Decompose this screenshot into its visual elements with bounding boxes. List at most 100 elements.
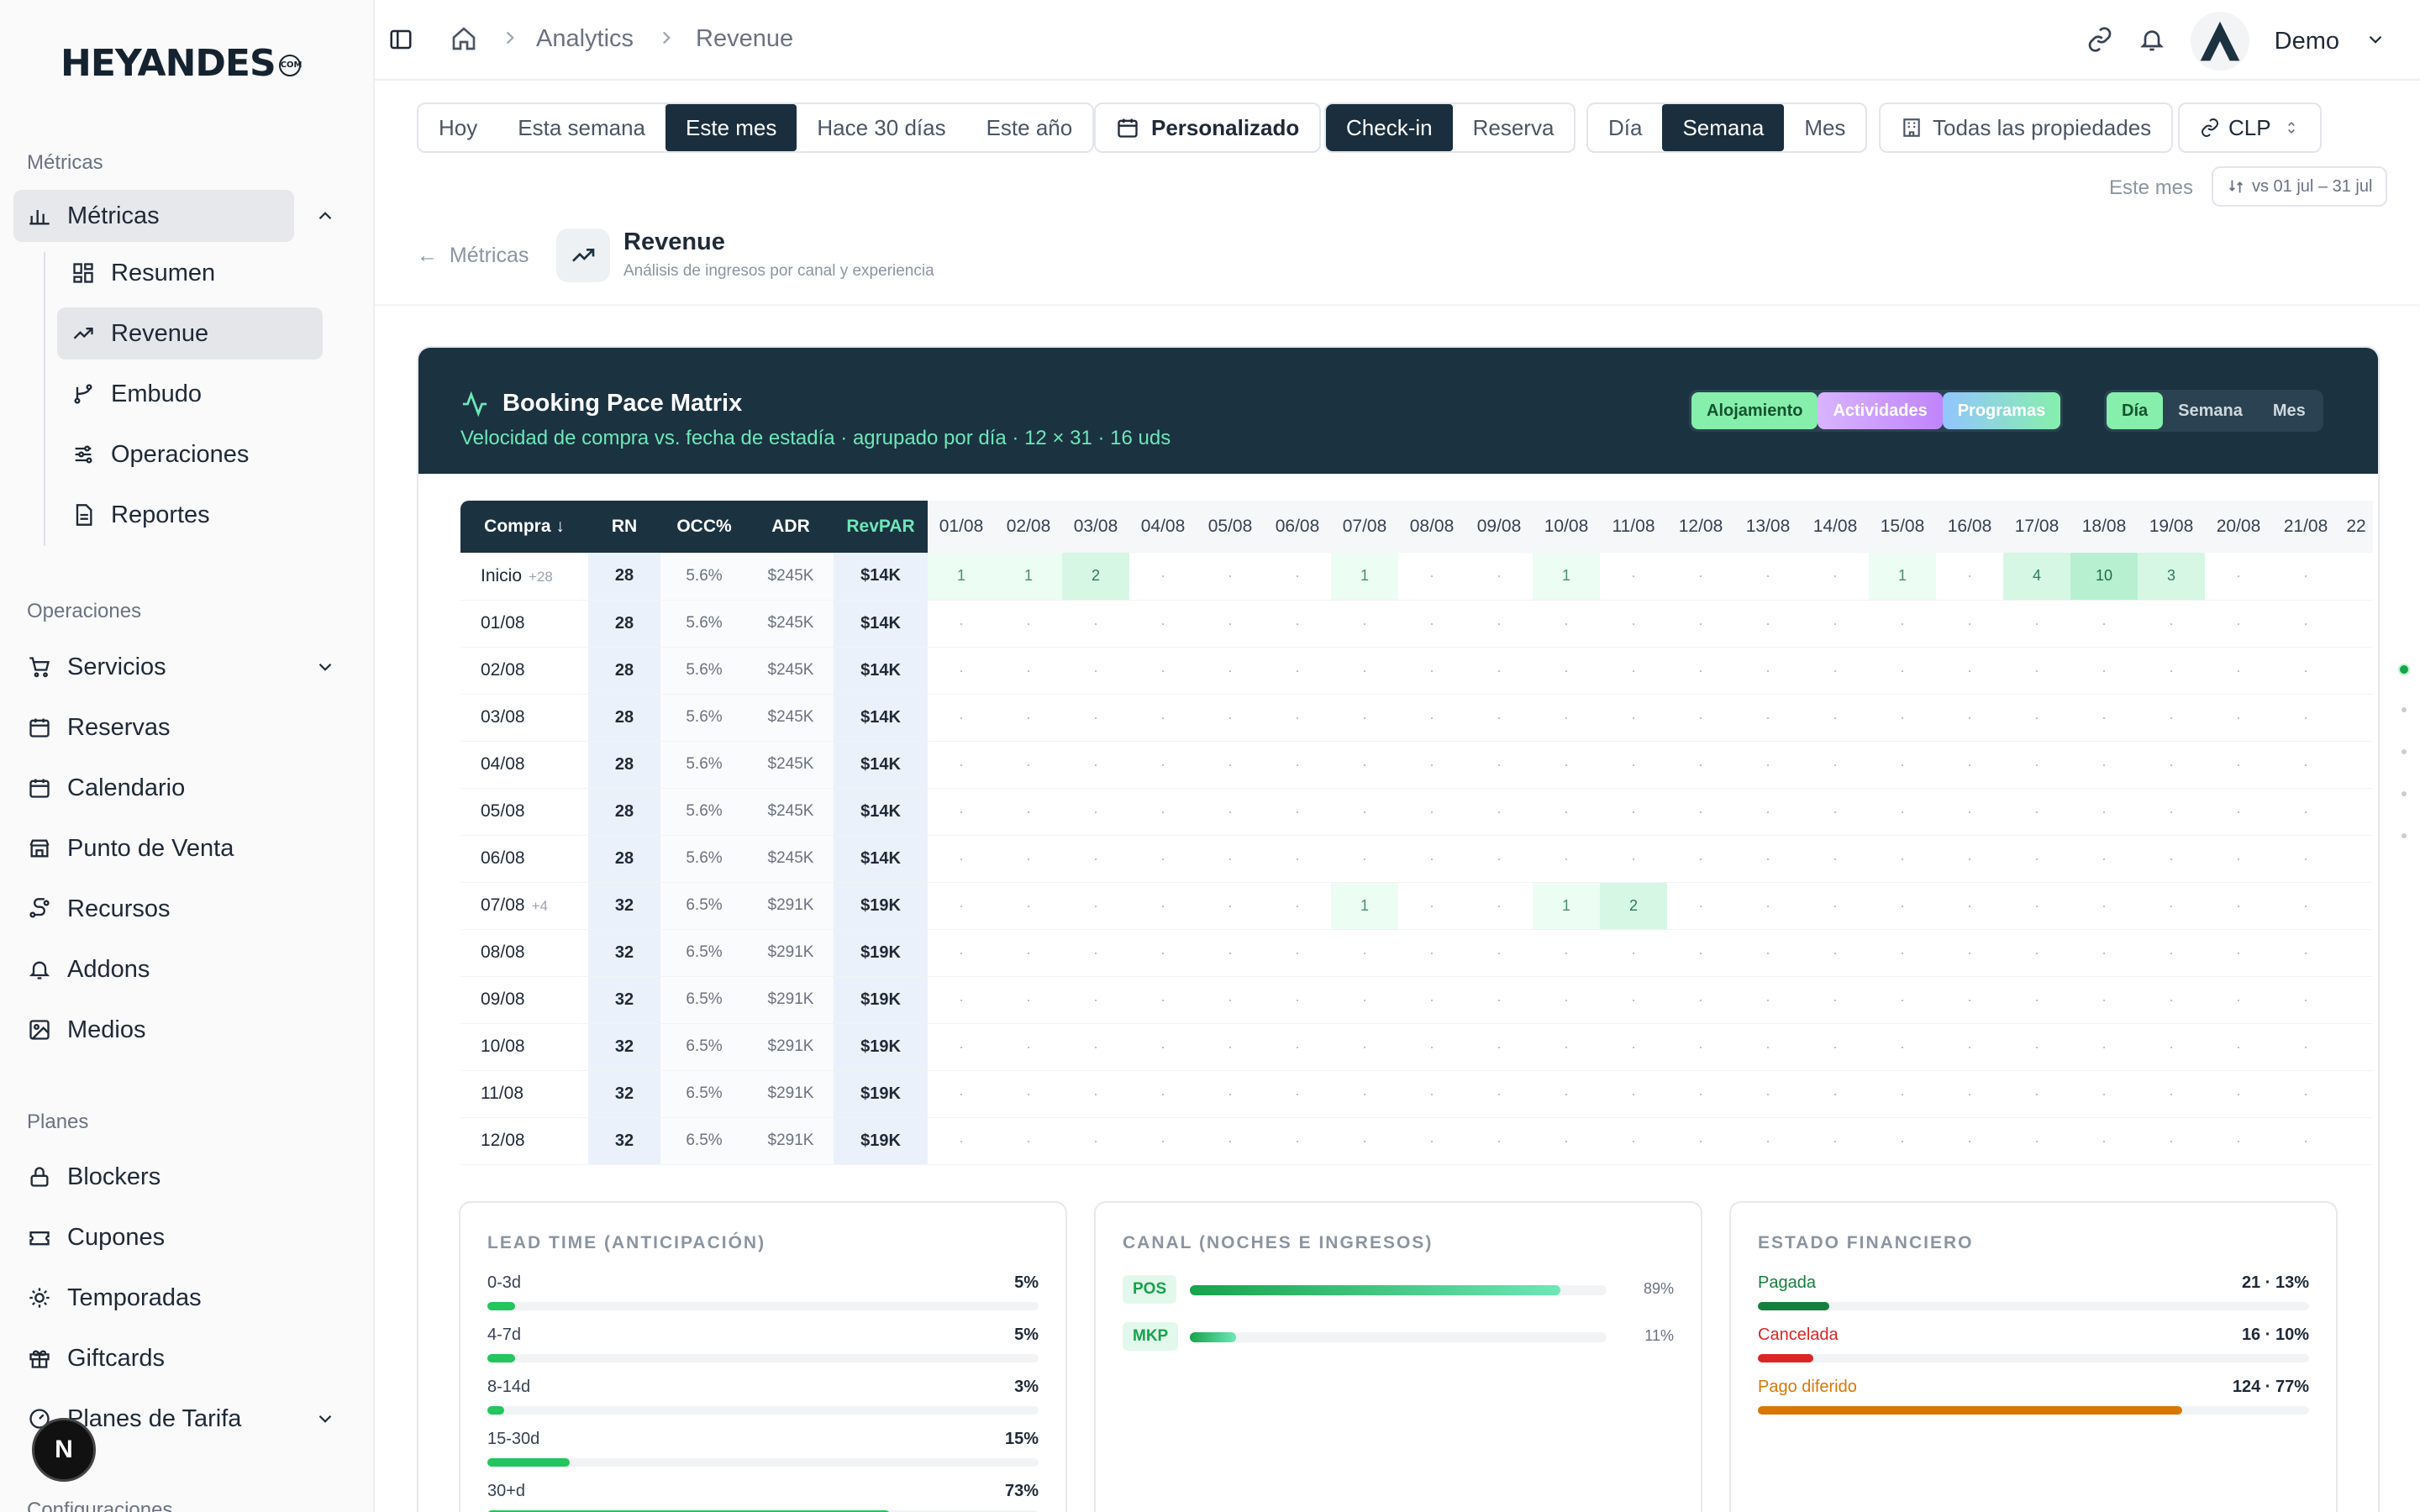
compare-range-button[interactable]: vs 01 jul – 31 jul xyxy=(2212,166,2388,207)
nav-addons[interactable]: Addons xyxy=(13,943,294,995)
matrix-row[interactable]: 10/08 32 6.5% $291K $19K · · · · · · · · · · · · · · · · · · · ·… xyxy=(460,1023,2373,1071)
period-hoy[interactable]: Hoy xyxy=(418,104,497,151)
custom-range-button[interactable]: Personalizado xyxy=(1094,102,1322,153)
chevron-down-icon[interactable] xyxy=(2365,29,2386,55)
nav-embudo[interactable]: Embudo xyxy=(57,368,323,420)
matrix-row[interactable]: 03/08 28 5.6% $245K $14K · · · · · · · · · · · · · · · · · · · ·… xyxy=(460,694,2373,742)
scroll-rail-dot[interactable] xyxy=(2402,791,2407,796)
period-hace-30-dias[interactable]: Hace 30 días xyxy=(797,104,965,151)
row-label-text: 10/08 xyxy=(481,1037,525,1056)
matrix-row[interactable]: 05/08 28 5.6% $245K $14K · · · · · · · · · · · · · · · · · · · ·… xyxy=(460,788,2373,836)
currency-select[interactable]: CLP xyxy=(2178,102,2322,153)
cell-rn: 32 xyxy=(588,1023,660,1071)
sidebar-toggle-icon[interactable] xyxy=(388,27,413,56)
period-esta-semana[interactable]: Esta semana xyxy=(497,104,666,151)
user-name[interactable]: Demo xyxy=(2275,28,2339,55)
scroll-rail-dot-active[interactable] xyxy=(2398,664,2410,675)
filter-actividades[interactable]: Actividades xyxy=(1818,392,1943,429)
matrix-row[interactable]: 07/08 +4 32 6.5% $291K $19K · · · · · · 1 · · 1 2 · · · · · · ·… xyxy=(460,882,2373,930)
matrix-row[interactable]: Inicio +28 28 5.6% $245K $14K 1 1 2 · · · 1 · · 1 · · · · 1 ·… xyxy=(460,553,2373,601)
filter-programas[interactable]: Programas xyxy=(1942,392,2061,429)
properties-select[interactable]: Todas las propiedades xyxy=(1879,102,2174,153)
matrix-row[interactable]: 08/08 32 6.5% $291K $19K · · · · · · · · · · · · · · · · · · · ·… xyxy=(460,929,2373,977)
matrix-row[interactable]: 12/08 32 6.5% $291K $19K · · · · · · · · · · · · · · · · · · · ·… xyxy=(460,1117,2373,1165)
pace-cell[interactable]: 1 xyxy=(995,553,1062,601)
col-compra[interactable]: Compra ↓ xyxy=(460,501,588,553)
group-mes[interactable]: Mes xyxy=(2258,392,2321,429)
pace-cell[interactable]: 4 xyxy=(2003,553,2070,601)
period-este-mes[interactable]: Este mes xyxy=(666,104,797,151)
gran-dia[interactable]: Día xyxy=(1588,104,1662,151)
matrix-row[interactable]: 06/08 28 5.6% $245K $14K · · · · · · · · · · · · · · · · · · · ·… xyxy=(460,835,2373,883)
nav-temporadas[interactable]: Temporadas xyxy=(13,1272,294,1324)
brand-logo[interactable]: HEYANDES COM xyxy=(60,42,302,85)
nav-metricas[interactable]: Métricas xyxy=(13,190,332,242)
pace-cell[interactable]: 1 xyxy=(1331,882,1398,930)
pace-cell[interactable]: 2 xyxy=(1062,553,1129,601)
pace-cell: · xyxy=(1734,835,1802,883)
nav-temporadas-label: Temporadas xyxy=(67,1284,202,1311)
mode-check-in[interactable]: Check-in xyxy=(1326,104,1453,151)
nav-reportes[interactable]: Reportes xyxy=(57,489,323,541)
mode-reserva[interactable]: Reserva xyxy=(1453,104,1575,151)
nav-blockers[interactable]: Blockers xyxy=(13,1151,294,1203)
nav-servicios[interactable]: Servicios xyxy=(13,641,332,693)
lead-time-row: 15-30d 15% xyxy=(487,1430,1039,1472)
filter-alojamiento[interactable]: Alojamiento xyxy=(1691,392,1818,429)
matrix-row[interactable]: 02/08 28 5.6% $245K $14K · · · · · · · · · · · · · · · · · · · ·… xyxy=(460,647,2373,695)
scroll-rail-dot[interactable] xyxy=(2402,749,2407,754)
pace-cell[interactable]: 1 xyxy=(928,553,995,601)
nav-cupones[interactable]: Cupones xyxy=(13,1211,294,1263)
period-este-ano[interactable]: Este año xyxy=(966,104,1093,151)
group-dia[interactable]: Día xyxy=(2107,392,2164,429)
scroll-rail-dot[interactable] xyxy=(2402,833,2407,838)
pace-cell: · xyxy=(928,835,995,883)
pace-cell[interactable]: 1 xyxy=(1533,882,1600,930)
bell-icon[interactable] xyxy=(2139,26,2165,57)
avatar[interactable] xyxy=(2190,12,2249,71)
chevron-up-icon[interactable] xyxy=(314,205,336,227)
pace-cell: · xyxy=(1062,976,1129,1024)
nav-medios[interactable]: Medios xyxy=(13,1004,294,1056)
back-link[interactable]: ← Métricas xyxy=(417,244,529,268)
nav-calendario[interactable]: Calendario xyxy=(13,762,294,814)
nav-reservas[interactable]: Reservas xyxy=(13,701,294,753)
nav-medios-label: Medios xyxy=(67,1016,146,1043)
gran-mes[interactable]: Mes xyxy=(1784,104,1865,151)
pace-cell[interactable]: 10 xyxy=(2070,553,2138,601)
chevron-down-icon[interactable] xyxy=(314,1408,336,1430)
pace-cell: · xyxy=(1465,553,1533,601)
nav-recursos[interactable]: Recursos xyxy=(13,883,294,935)
lead-time-value: 5% xyxy=(1014,1273,1039,1292)
nav-resumen[interactable]: Resumen xyxy=(57,247,323,299)
pace-cell: · xyxy=(1802,694,1869,742)
chevron-down-icon[interactable] xyxy=(314,656,336,678)
matrix-row[interactable]: 04/08 28 5.6% $245K $14K · · · · · · · · · · · · · · · · · · · ·… xyxy=(460,741,2373,789)
next-dev-badge[interactable]: N xyxy=(32,1418,96,1482)
cell-rev: $14K xyxy=(834,600,928,648)
matrix-row[interactable]: 01/08 28 5.6% $245K $14K · · · · · · · · · · · · · · · · · · · ·… xyxy=(460,600,2373,648)
pace-cell: · xyxy=(1869,788,1936,836)
link-settings-icon[interactable] xyxy=(2086,26,2113,57)
pace-cell[interactable]: 1 xyxy=(1533,553,1600,601)
pace-cell: · xyxy=(2003,741,2070,789)
matrix-row[interactable]: 11/08 32 6.5% $291K $19K · · · · · · · · · · · · · · · · · · · ·… xyxy=(460,1070,2373,1118)
nav-revenue[interactable]: Revenue xyxy=(57,307,323,360)
nav-operaciones-metric[interactable]: Operaciones xyxy=(57,428,323,480)
pace-cell: · xyxy=(2272,647,2339,695)
breadcrumb-analytics[interactable]: Analytics xyxy=(536,25,634,53)
pace-cell[interactable]: 3 xyxy=(2138,553,2205,601)
matrix-row[interactable]: 09/08 32 6.5% $291K $19K · · · · · · · · · · · · · · · · · · · ·… xyxy=(460,976,2373,1024)
nav-giftcards[interactable]: Giftcards xyxy=(13,1332,294,1384)
nav-punto-de-venta[interactable]: Punto de Venta xyxy=(13,822,294,874)
pace-cell: · xyxy=(995,882,1062,930)
lead-time-label: 0-3d xyxy=(487,1273,522,1292)
group-semana[interactable]: Semana xyxy=(2163,392,2258,429)
pace-cell[interactable]: 1 xyxy=(1869,553,1936,601)
pace-cell: · xyxy=(1465,741,1533,789)
pace-cell[interactable]: 2 xyxy=(1600,882,1667,930)
home-icon[interactable] xyxy=(450,25,477,56)
pace-cell[interactable]: 1 xyxy=(1331,553,1398,601)
scroll-rail-dot[interactable] xyxy=(2402,707,2407,712)
gran-semana[interactable]: Semana xyxy=(1662,104,1785,151)
